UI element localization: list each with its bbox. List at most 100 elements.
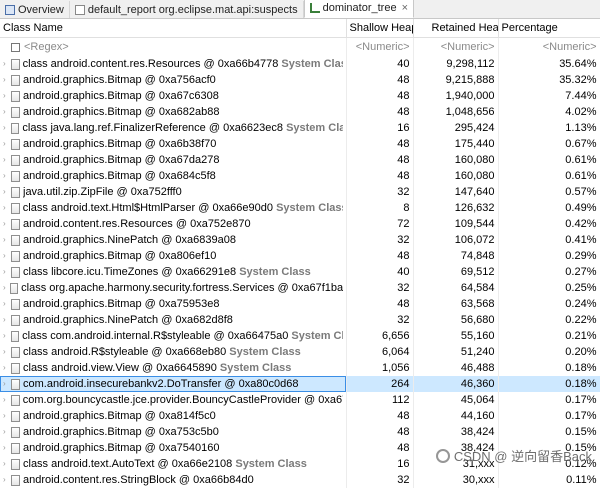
class-name-cell[interactable]: › android.graphics.Bitmap @ 0xa75953e8 — [0, 296, 347, 312]
class-name-cell[interactable]: › android.graphics.Bitmap @ 0xa756acf0 — [0, 72, 347, 88]
filter-name-input[interactable]: <Regex> — [24, 39, 69, 55]
expand-arrow-icon[interactable]: › — [3, 88, 10, 104]
filter-name-cell[interactable]: <Regex> — [0, 37, 347, 56]
table-row[interactable]: › android.content.res.StringBlock @ 0xa66… — [0, 472, 600, 488]
expand-arrow-icon[interactable]: › — [3, 152, 10, 168]
column-header-retained-heap[interactable]: Retained Heap — [413, 19, 499, 38]
expand-arrow-icon[interactable]: › — [3, 248, 10, 264]
class-name-cell[interactable]: › class android.text.AutoText @ 0xa66e210… — [0, 456, 347, 472]
expand-arrow-icon[interactable]: › — [3, 56, 10, 72]
class-name-cell[interactable]: › class android.view.View @ 0xa6645890 Sy… — [0, 360, 347, 376]
expand-arrow-icon[interactable]: › — [3, 472, 10, 488]
expand-arrow-icon[interactable]: › — [3, 328, 10, 344]
class-name-cell[interactable]: › class libcore.icu.TimeZones @ 0xa66291e… — [0, 264, 347, 280]
class-name-cell[interactable]: › android.graphics.Bitmap @ 0xa682ab88 — [0, 104, 347, 120]
class-name-cell[interactable]: › android.content.res.StringBlock @ 0xa66… — [0, 472, 347, 488]
retained-heap-cell: 160,080 — [413, 168, 499, 184]
table-row[interactable]: › class org.apache.harmony.security.fortr… — [0, 280, 600, 296]
expand-arrow-icon[interactable]: › — [3, 344, 10, 360]
table-row[interactable]: › android.graphics.Bitmap @ 0xa75953e8 48 6… — [0, 296, 600, 312]
class-name-cell[interactable]: › android.graphics.NinePatch @ 0xa682d8f8 — [0, 312, 347, 328]
table-row[interactable]: › android.graphics.Bitmap @ 0xa753c5b0 48 3… — [0, 424, 600, 440]
class-name-cell[interactable]: › java.util.zip.ZipFile @ 0xa752fff0 — [0, 184, 347, 200]
tab-dominator-tree[interactable]: dominator_tree × — [303, 0, 415, 18]
table-row[interactable]: › class com.android.internal.R$styleable … — [0, 328, 600, 344]
filter-retained-input[interactable]: <Numeric> — [413, 37, 499, 56]
system-class-tag: System Class — [216, 362, 292, 374]
expand-arrow-icon[interactable]: › — [3, 200, 10, 216]
table-row[interactable]: › class android.text.Html$HtmlParser @ 0x… — [0, 200, 600, 216]
table-row[interactable]: › android.graphics.Bitmap @ 0xa6b38f70 48 1… — [0, 136, 600, 152]
table-row[interactable]: › android.graphics.Bitmap @ 0xa682ab88 48 1… — [0, 104, 600, 120]
expand-arrow-icon[interactable]: › — [3, 392, 10, 408]
class-name-cell[interactable]: › android.graphics.Bitmap @ 0xa67c6308 — [0, 88, 347, 104]
table-row[interactable]: › class java.lang.ref.FinalizerReference … — [0, 120, 600, 136]
class-name-cell[interactable]: › android.graphics.Bitmap @ 0xa67da278 — [0, 152, 347, 168]
table-row[interactable]: › android.graphics.Bitmap @ 0xa806ef10 48 7… — [0, 248, 600, 264]
filter-percentage-input[interactable]: <Numeric> — [498, 37, 600, 56]
object-icon — [11, 458, 20, 470]
table-row[interactable]: › class libcore.icu.TimeZones @ 0xa66291e… — [0, 264, 600, 280]
class-name-cell[interactable]: › class android.R$styleable @ 0xa668eb80 … — [0, 344, 347, 360]
expand-arrow-icon[interactable]: › — [3, 136, 10, 152]
expand-arrow-icon[interactable]: › — [3, 168, 10, 184]
close-icon[interactable]: × — [402, 2, 408, 14]
expand-arrow-icon[interactable]: › — [3, 120, 10, 136]
expand-arrow-icon[interactable]: › — [3, 72, 10, 88]
class-name-cell[interactable]: › android.graphics.NinePatch @ 0xa6839a08 — [0, 232, 347, 248]
class-name-cell[interactable]: › class java.lang.ref.FinalizerReference … — [0, 120, 347, 136]
table-row[interactable]: › android.graphics.Bitmap @ 0xa67da278 48 1… — [0, 152, 600, 168]
object-icon — [11, 138, 20, 150]
expand-arrow-icon[interactable]: › — [3, 376, 10, 392]
tab-overview[interactable]: Overview — [0, 1, 70, 18]
expand-arrow-icon[interactable]: › — [3, 456, 10, 472]
expand-arrow-icon[interactable]: › — [3, 184, 10, 200]
class-name-cell[interactable]: › class android.text.Html$HtmlParser @ 0x… — [0, 200, 347, 216]
expand-arrow-icon[interactable]: › — [3, 408, 10, 424]
class-name-cell[interactable]: › android.graphics.Bitmap @ 0xa6b38f70 — [0, 136, 347, 152]
table-row[interactable]: › android.graphics.Bitmap @ 0xa684c5f8 48 1… — [0, 168, 600, 184]
class-name-cell[interactable]: › android.graphics.Bitmap @ 0xa806ef10 — [0, 248, 347, 264]
column-header-class-name[interactable]: Class Name — [0, 19, 347, 38]
class-name: android.graphics.NinePatch @ 0xa6839a08 — [23, 234, 236, 246]
tab-default-report[interactable]: default_report org.eclipse.mat.api:suspe… — [70, 1, 304, 18]
percentage-cell: 0.17% — [498, 408, 600, 424]
column-header-percentage[interactable]: Percentage — [498, 19, 600, 38]
class-name-cell[interactable]: › class org.apache.harmony.security.fortr… — [0, 280, 347, 296]
filter-shallow-input[interactable]: <Numeric> — [346, 37, 414, 56]
expand-arrow-icon[interactable]: › — [3, 312, 10, 328]
table-row[interactable]: › android.graphics.Bitmap @ 0xa814f5c0 48 4… — [0, 408, 600, 424]
table-row[interactable]: › android.graphics.Bitmap @ 0xa67c6308 48 1… — [0, 88, 600, 104]
table-row[interactable]: › class android.content.res.Resources @ 0… — [0, 56, 600, 72]
table-row[interactable]: › com.android.insecurebankv2.DoTransfer @… — [0, 376, 600, 392]
table-row[interactable]: › android.content.res.Resources @ 0xa752e… — [0, 216, 600, 232]
table-row[interactable]: › com.org.bouncycastle.jce.provider.Bounc… — [0, 392, 600, 408]
expand-arrow-icon[interactable]: › — [3, 232, 10, 248]
expand-arrow-icon[interactable]: › — [3, 440, 10, 456]
class-name-cell[interactable]: › android.graphics.Bitmap @ 0xa753c5b0 — [0, 424, 347, 440]
expand-arrow-icon[interactable]: › — [3, 296, 10, 312]
class-name-cell[interactable]: › com.org.bouncycastle.jce.provider.Bounc… — [0, 392, 347, 408]
expand-arrow-icon[interactable]: › — [3, 216, 10, 232]
class-name-cell[interactable]: › com.android.insecurebankv2.DoTransfer @… — [0, 376, 347, 392]
table-row[interactable]: › class android.R$styleable @ 0xa668eb80 … — [0, 344, 600, 360]
table-row[interactable]: › java.util.zip.ZipFile @ 0xa752fff0 32 147… — [0, 184, 600, 200]
table-row[interactable]: › android.graphics.NinePatch @ 0xa682d8f8… — [0, 312, 600, 328]
expand-arrow-icon[interactable]: › — [3, 104, 10, 120]
column-header-shallow-heap[interactable]: Shallow Heap — [346, 19, 414, 38]
table-row[interactable]: › android.graphics.Bitmap @ 0xa756acf0 48 9… — [0, 72, 600, 88]
class-name-cell[interactable]: › class com.android.internal.R$styleable … — [0, 328, 347, 344]
expand-arrow-icon[interactable]: › — [3, 424, 10, 440]
expand-arrow-icon[interactable]: › — [3, 280, 9, 296]
class-name-cell[interactable]: › class android.content.res.Resources @ 0… — [0, 56, 347, 72]
expand-arrow-icon[interactable]: › — [3, 264, 10, 280]
system-class-tag: System Class — [286, 122, 343, 134]
retained-heap-cell: 55,160 — [413, 328, 499, 344]
class-name-cell[interactable]: › android.graphics.Bitmap @ 0xa814f5c0 — [0, 408, 347, 424]
expand-arrow-icon[interactable]: › — [3, 360, 10, 376]
table-row[interactable]: › android.graphics.NinePatch @ 0xa6839a08… — [0, 232, 600, 248]
class-name-cell[interactable]: › android.graphics.Bitmap @ 0xa7540160 — [0, 440, 347, 456]
class-name-cell[interactable]: › android.graphics.Bitmap @ 0xa684c5f8 — [0, 168, 347, 184]
table-row[interactable]: › class android.view.View @ 0xa6645890 Sy… — [0, 360, 600, 376]
class-name-cell[interactable]: › android.content.res.Resources @ 0xa752e… — [0, 216, 347, 232]
